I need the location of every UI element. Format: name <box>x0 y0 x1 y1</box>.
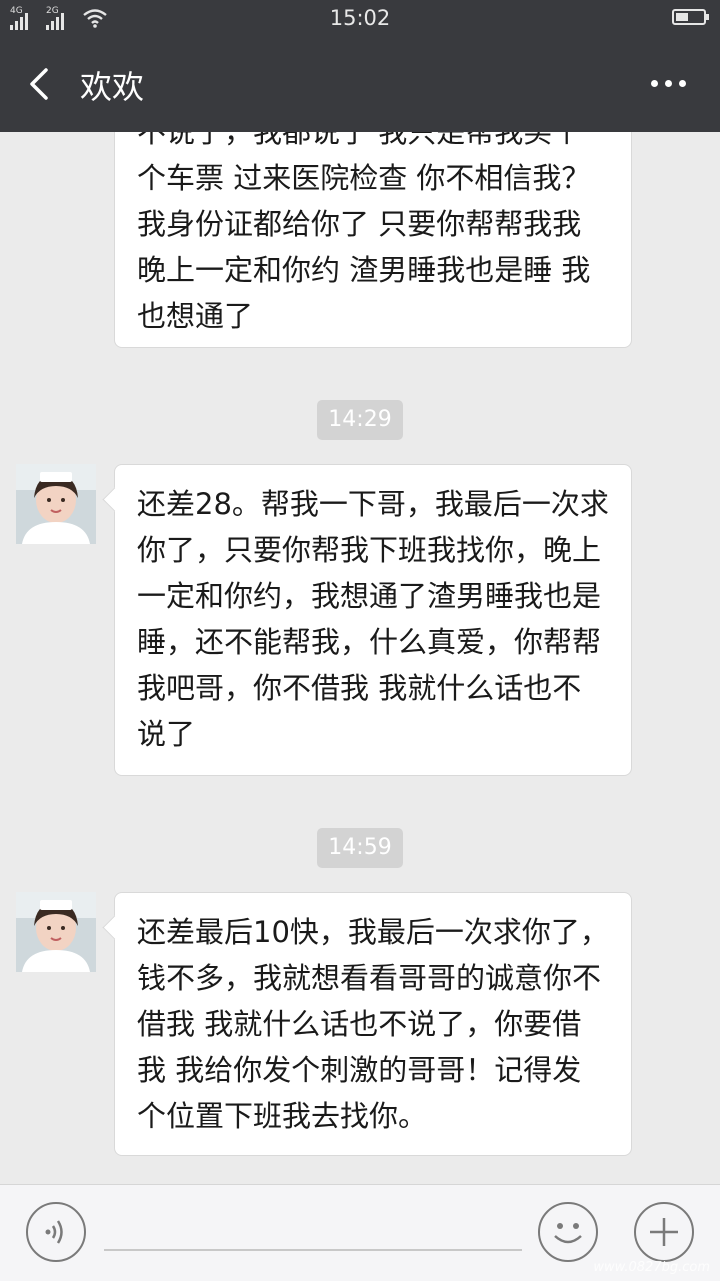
status-time: 15:02 <box>329 6 391 30</box>
chat-title: 欢欢 <box>80 68 145 106</box>
message-input[interactable] <box>104 1249 522 1251</box>
back-button[interactable] <box>22 64 62 104</box>
more-dots-icon <box>650 79 658 87</box>
message-bubble[interactable]: 还差28。帮我一下哥，我最后一次求你了，只要你帮我下班我找你，晚上一定和你约，我… <box>114 464 632 776</box>
avatar[interactable] <box>16 464 96 544</box>
status-bar: 4G 2G 15:02 <box>0 0 720 38</box>
message-text: 还差最后10快，我最后一次求你了，钱不多，我就想看看哥哥的诚意你不借我 我就什么… <box>137 915 609 1133</box>
more-button[interactable] <box>646 68 690 98</box>
avatar-image <box>16 464 96 544</box>
message-text: 个车票 过来医院检查 你不相信我？我身份证都给你了 只要你帮帮我我晚上一定和你约… <box>137 161 591 333</box>
voice-icon <box>45 1220 63 1244</box>
watermark: www.0827bg.com <box>593 1260 710 1275</box>
message-list[interactable]: 不说了，我都说了 我只是帮我买个 个车票 过来医院检查 你不相信我？我身份证都给… <box>0 132 720 1184</box>
message-text: 还差28。帮我一下哥，我最后一次求你了，只要你帮我下班我找你，晚上一定和你约，我… <box>137 487 609 751</box>
battery-icon <box>672 9 709 25</box>
smiley-icon <box>554 1223 582 1244</box>
message-partial-line: 不说了，我都说了 我只是帮我买个 <box>137 132 582 149</box>
input-bar: www.0827bg.com <box>0 1184 720 1281</box>
message-timestamp: 14:29 <box>317 400 403 440</box>
message-bubble[interactable]: 不说了，我都说了 我只是帮我买个 个车票 过来医院检查 你不相信我？我身份证都给… <box>114 132 632 348</box>
message-timestamp: 14:59 <box>317 828 403 868</box>
avatar[interactable] <box>16 892 96 972</box>
message-bubble[interactable]: 还差最后10快，我最后一次求你了，钱不多，我就想看看哥哥的诚意你不借我 我就什么… <box>114 892 632 1156</box>
plus-icon <box>650 1218 678 1246</box>
avatar-image <box>16 892 96 972</box>
chat-header: 欢欢 <box>0 38 720 132</box>
plus-button[interactable] <box>634 1202 694 1262</box>
voice-button[interactable] <box>26 1202 86 1262</box>
chevron-left-icon <box>30 68 48 100</box>
emoji-button[interactable] <box>538 1202 598 1262</box>
